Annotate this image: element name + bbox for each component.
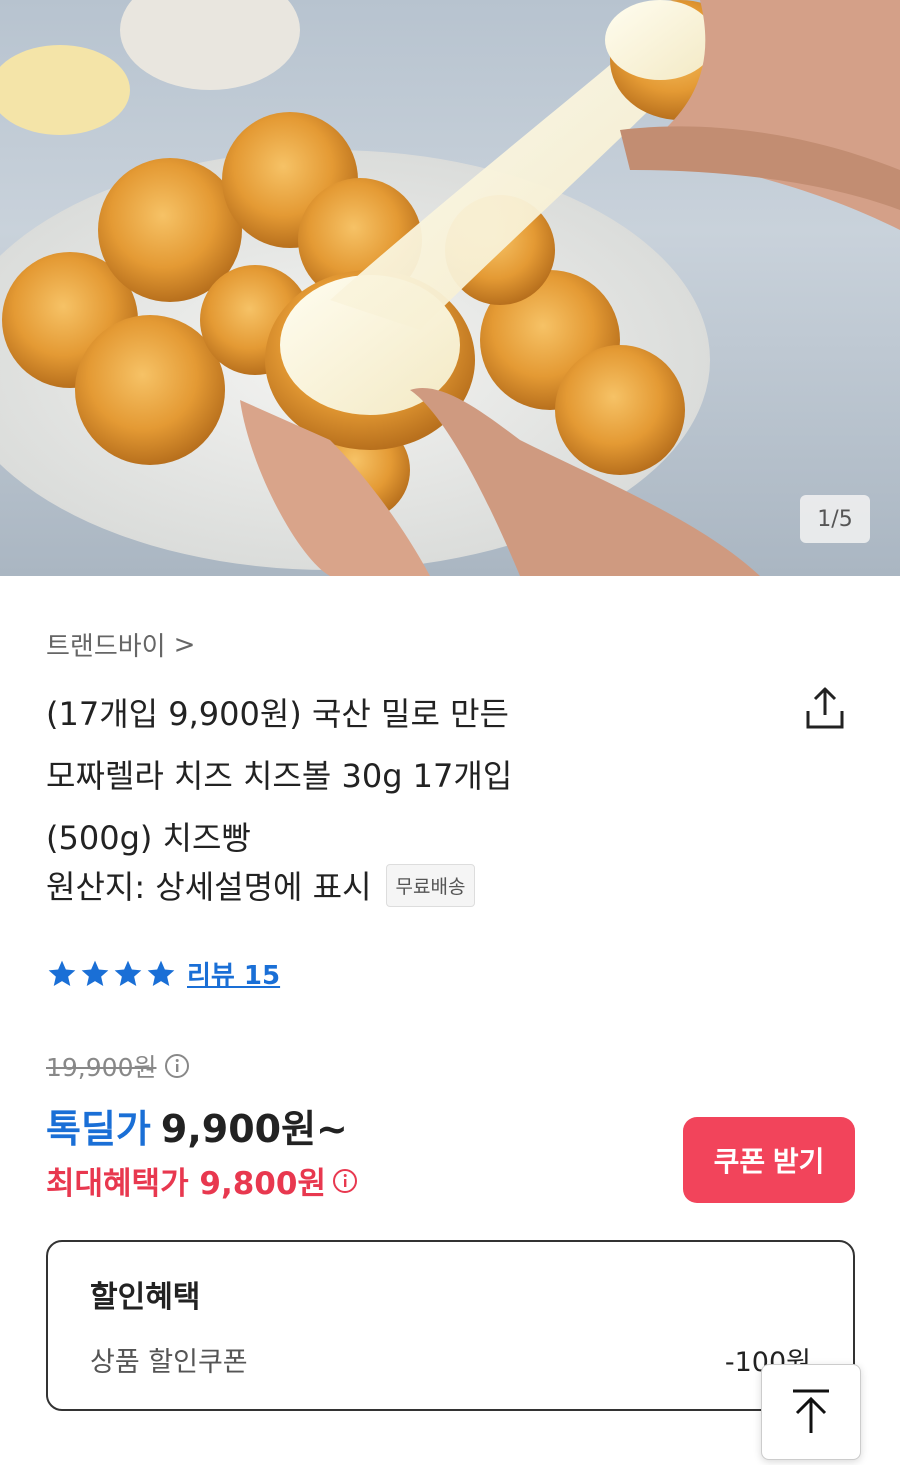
free-shipping-badge: 무료배송: [385, 863, 476, 907]
title-line-2: 모짜렐라 치즈 치즈볼 30g 17개입: [46, 757, 513, 795]
seller-name: 트랜드바이: [46, 632, 166, 662]
image-counter: 1/5: [800, 495, 870, 543]
origin-text: 원산지: 상세설명에 표시: [46, 868, 372, 906]
title-line-1: (17개입 9,900원) 국산 밀로 만든: [46, 695, 509, 733]
chevron-right-icon: >: [173, 629, 196, 660]
original-price-row: 19,900원: [46, 1048, 190, 1084]
star-icon: [147, 960, 175, 986]
product-title: (17개입 9,900원) 국산 밀로 만든 모짜렐라 치즈 치즈볼 30g 1…: [46, 683, 646, 869]
star-icon: [81, 960, 109, 986]
info-icon[interactable]: [332, 1168, 358, 1194]
arrow-up-icon: [793, 1389, 829, 1433]
discount-title: 할인혜택: [90, 1280, 201, 1315]
cheese-ball-illustration: [0, 0, 900, 576]
discount-benefits-box: 할인혜택 상품 할인쿠폰 -100원: [46, 1240, 855, 1411]
star-rating: [46, 958, 177, 990]
star-icon: [48, 960, 76, 986]
title-line-3: (500g) 치즈빵: [46, 819, 251, 857]
product-image[interactable]: 1/5: [0, 0, 900, 576]
origin-row: 원산지: 상세설명에 표시 무료배송: [46, 862, 476, 908]
review-link[interactable]: 리뷰 15: [187, 955, 280, 992]
max-benefit-price: 최대혜택가 9,800원: [46, 1166, 326, 1202]
deal-price-row: 톡딜가 9,900원~: [46, 1098, 348, 1153]
share-icon: [806, 687, 844, 729]
star-icon: [114, 960, 142, 986]
get-coupon-button[interactable]: 쿠폰 받기: [683, 1117, 855, 1203]
deal-label: 톡딜가: [46, 1107, 151, 1151]
info-icon[interactable]: [164, 1053, 190, 1079]
deal-price: 9,900원~: [160, 1107, 348, 1151]
original-price: 19,900원: [46, 1053, 157, 1082]
scroll-top-button[interactable]: [761, 1364, 861, 1460]
rating-row: 리뷰 15: [46, 955, 280, 992]
max-benefit-row: 최대혜택가 9,800원: [46, 1158, 358, 1203]
discount-item-label: 상품 할인쿠폰: [90, 1347, 248, 1378]
seller-link[interactable]: 트랜드바이 >: [46, 626, 195, 663]
share-button[interactable]: [800, 683, 850, 733]
